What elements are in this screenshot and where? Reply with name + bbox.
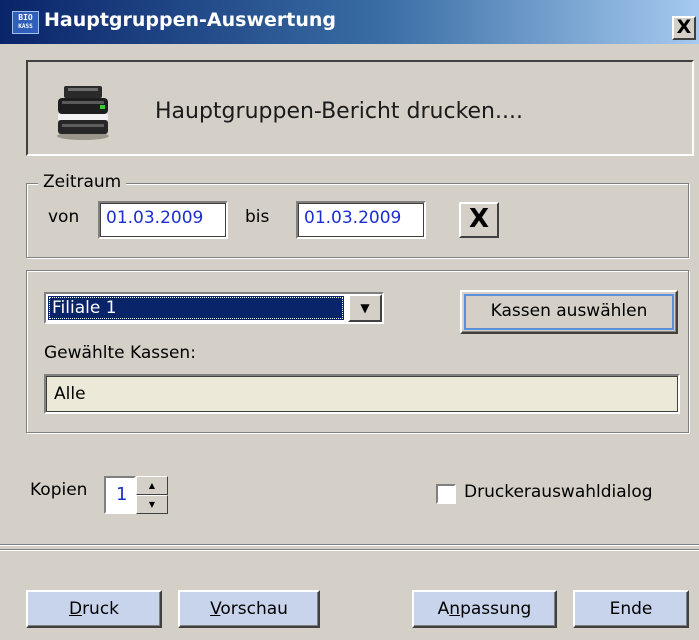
druck-accel: D: [68, 599, 83, 619]
gewaehlte-kassen-label: Gewählte Kassen:: [44, 343, 196, 363]
von-label: von: [48, 207, 80, 227]
app-icon-text-bottom: KASS: [18, 23, 33, 30]
vorschau-button[interactable]: Vorschau: [178, 590, 320, 628]
filiale-selected-value[interactable]: Filiale 1: [48, 296, 344, 320]
close-button[interactable]: X: [672, 16, 696, 40]
chevron-down-icon: ▼: [360, 301, 370, 315]
druckerauswahl-checkbox[interactable]: [436, 484, 456, 504]
anpassung-label-end: passung: [460, 599, 532, 619]
dropdown-arrow-button[interactable]: ▼: [348, 294, 382, 322]
close-icon: X: [676, 16, 692, 38]
anpassung-button[interactable]: Anpassung: [412, 590, 557, 628]
close-icon: X: [468, 204, 490, 234]
kopien-label: Kopien: [30, 480, 88, 500]
window-title: Hauptgruppen-Auswertung: [44, 9, 337, 31]
vorschau-label: orschau: [220, 599, 288, 619]
druck-button[interactable]: Druck: [26, 590, 162, 628]
header-title: Hauptgruppen-Bericht drucken....: [155, 99, 523, 124]
ende-button[interactable]: Ende: [573, 590, 689, 628]
app-icon-text-top: BIO: [18, 13, 33, 22]
druck-label: ruck: [82, 599, 120, 619]
gewaehlte-kassen-field: Alle: [44, 374, 680, 414]
von-date-field[interactable]: 01.03.2009: [98, 201, 228, 239]
anpassung-accel: n: [449, 599, 461, 619]
separator: [0, 549, 699, 551]
anpassung-label-start: A: [437, 599, 450, 619]
printer-icon: [57, 86, 109, 140]
zeitraum-legend: Zeitraum: [38, 172, 127, 192]
separator: [0, 544, 699, 546]
spin-up-button[interactable]: ▲: [136, 476, 168, 495]
druckerauswahl-label[interactable]: Druckerauswahldialog: [464, 482, 653, 502]
bis-date-field[interactable]: 01.03.2009: [296, 201, 426, 239]
clear-date-button[interactable]: X: [459, 202, 499, 238]
chevron-down-icon: ▼: [148, 500, 156, 509]
vorschau-accel: V: [210, 599, 221, 619]
kopien-input[interactable]: 1: [104, 476, 136, 514]
app-icon[interactable]: BIO KASS: [12, 11, 39, 34]
chevron-up-icon: ▲: [148, 481, 156, 490]
kassen-auswaehlen-button[interactable]: Kassen auswählen: [460, 290, 678, 334]
spin-down-button[interactable]: ▼: [136, 495, 168, 514]
bis-label: bis: [245, 207, 270, 227]
